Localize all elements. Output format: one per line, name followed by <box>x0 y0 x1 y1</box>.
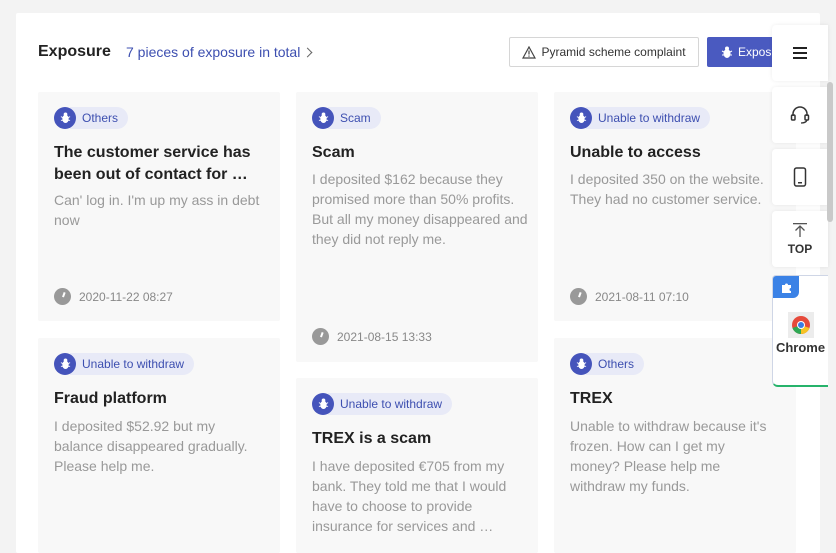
exposure-card[interactable]: Unable to withdraw TREX is a scam I have… <box>296 378 538 553</box>
card-title: Scam <box>312 144 355 161</box>
category-tag: Unable to withdraw <box>312 393 453 415</box>
bug-icon <box>54 107 76 129</box>
card-title: The customer service has been out of con… <box>54 144 251 183</box>
card-body: Unable to withdraw because it's frozen. … <box>570 418 767 494</box>
category-tag: Unable to withdraw <box>570 107 711 129</box>
back-to-top-button[interactable]: TOP <box>772 211 828 267</box>
arrow-up-icon <box>793 223 807 237</box>
clock-icon <box>570 288 587 305</box>
timestamp-text: 2021-08-11 07:10 <box>595 289 689 304</box>
card-title: TREX <box>570 390 613 407</box>
clock-icon <box>54 288 71 305</box>
bug-icon <box>312 107 334 129</box>
chrome-extension-button[interactable]: Chrome <box>772 275 828 387</box>
bug-icon <box>570 353 592 375</box>
timestamp-text: 2020-11-22 08:27 <box>79 289 173 304</box>
exposure-card[interactable]: Others TREX Unable to withdraw because i… <box>554 338 796 553</box>
card-title: Unable to access <box>570 144 701 161</box>
exposure-card[interactable]: Unable to withdraw Fraud platform I depo… <box>38 338 280 553</box>
card-title: TREX is a scam <box>312 430 432 447</box>
category-tag: Others <box>570 353 645 375</box>
category-label: Others <box>70 107 129 129</box>
menu-icon <box>793 47 807 59</box>
category-label: Unable to withdraw <box>328 393 453 415</box>
bug-icon <box>312 393 334 415</box>
card-body: I deposited 350 on the website. They had… <box>570 171 764 207</box>
bug-icon <box>721 46 733 58</box>
customer-service-button[interactable] <box>772 87 828 143</box>
headset-icon <box>790 106 810 124</box>
section-title: Exposure <box>38 43 111 60</box>
card-body: I deposited $162 because they promised m… <box>312 171 528 247</box>
floating-sidebar: TOP Chrome <box>772 25 828 395</box>
page-scrollbar[interactable] <box>827 82 833 222</box>
exposure-card[interactable]: Unable to withdraw Unable to access I de… <box>554 92 796 321</box>
category-label: Others <box>586 353 645 375</box>
card-timestamp: 2021-08-11 07:10 <box>570 288 689 305</box>
bug-icon <box>570 107 592 129</box>
card-body: Can' log in. I'm up my ass in debt now <box>54 192 260 228</box>
mobile-app-button[interactable] <box>772 149 828 205</box>
category-tag: Scam <box>312 107 381 129</box>
card-body: I have deposited €705 from my bank. They… <box>312 458 507 534</box>
exposure-card[interactable]: Others The customer service has been out… <box>38 92 280 321</box>
category-label: Unable to withdraw <box>586 107 711 129</box>
exposure-panel: Exposure 7 pieces of exposure in total P… <box>16 13 820 553</box>
bug-icon <box>54 353 76 375</box>
exposure-total-label: 7 pieces of exposure in total <box>126 44 301 60</box>
chrome-logo-icon <box>787 312 814 338</box>
chrome-label: Chrome <box>775 340 826 355</box>
pyramid-complaint-button[interactable]: Pyramid scheme complaint <box>509 37 699 67</box>
back-to-top-label: TOP <box>787 242 813 256</box>
phone-icon <box>793 167 807 187</box>
card-title: Fraud platform <box>54 390 167 407</box>
clock-icon <box>312 328 329 345</box>
warning-icon <box>522 45 537 59</box>
pyramid-complaint-label: Pyramid scheme complaint <box>541 45 686 59</box>
category-tag: Others <box>54 107 129 129</box>
chevron-right-icon <box>302 47 313 57</box>
category-label: Unable to withdraw <box>70 353 195 375</box>
card-timestamp: 2020-11-22 08:27 <box>54 288 173 305</box>
card-body: I deposited $52.92 but my balance disapp… <box>54 418 248 474</box>
category-tag: Unable to withdraw <box>54 353 195 375</box>
puzzle-icon <box>773 276 799 298</box>
menu-button[interactable] <box>772 25 828 81</box>
timestamp-text: 2021-08-15 13:33 <box>337 329 432 344</box>
exposure-total-link[interactable]: 7 pieces of exposure in total <box>126 44 313 60</box>
card-timestamp: 2021-08-15 13:33 <box>312 328 432 345</box>
category-label: Scam <box>328 107 381 129</box>
exposure-card[interactable]: Scam Scam I deposited $162 because they … <box>296 92 538 362</box>
